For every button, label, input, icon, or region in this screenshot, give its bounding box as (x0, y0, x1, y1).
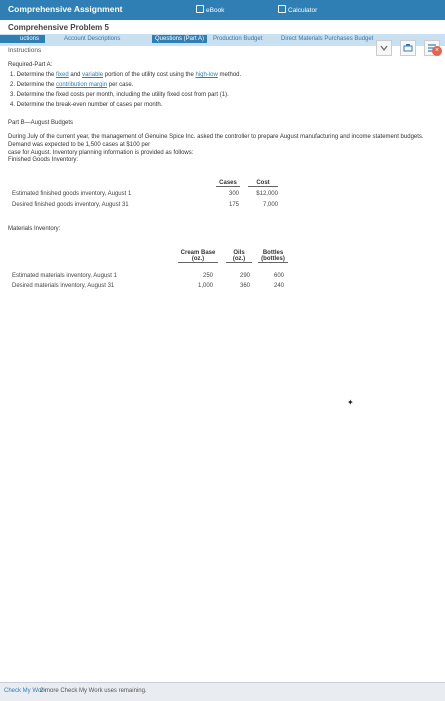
tab-production-budget[interactable]: Production Budget (213, 36, 262, 42)
bottles-value: 240 (273, 283, 284, 289)
book-icon (196, 5, 204, 13)
cases-header: Cases (216, 180, 240, 187)
oils-value: 290 (239, 273, 250, 279)
requirement-1: 1. Determine the fixed and variable port… (10, 72, 242, 78)
tab-questions-part-a[interactable]: Questions (Part A) (152, 35, 208, 43)
calculator-button[interactable]: Calculator (278, 5, 317, 14)
oils-header: Oils (oz.) (226, 250, 252, 263)
cream-base-header: Cream Base (oz.) (178, 250, 218, 263)
materials-label: Materials Inventory: (8, 226, 61, 232)
assignment-title: Comprehensive Assignment (8, 4, 123, 14)
print-icon[interactable] (400, 40, 416, 56)
requirement-2: 2. Determine the contribution margin per… (10, 82, 134, 88)
part-b-paragraph: During July of the current year, the man… (8, 134, 424, 156)
chevron-down-icon[interactable] (376, 40, 392, 56)
bottles-header: Bottles (bottles) (258, 250, 288, 263)
fg-row-label: Desired finished goods inventory, August… (12, 202, 129, 208)
tab-instructions[interactable]: uctions (0, 35, 46, 43)
instructions-label: Instructions (8, 47, 42, 54)
problem-title: Comprehensive Problem 5 (8, 23, 109, 32)
calculator-icon (278, 5, 286, 13)
fg-cost-value: 7,000 (262, 202, 278, 208)
cream-base-value: 250 (202, 273, 213, 279)
fg-cases-value: 175 (228, 202, 239, 208)
close-icon[interactable]: × (432, 46, 442, 56)
tab-direct-materials-purchases-budget[interactable]: Direct Materials Purchases Budget (281, 36, 373, 42)
bottom-bar: Check My Work 2 more Check My Work uses … (0, 682, 445, 701)
ebook-button[interactable]: eBook (196, 5, 224, 14)
remaining-uses-text: 2 more Check My Work uses remaining. (40, 688, 147, 694)
fg-cost-value: $12,000 (256, 191, 278, 197)
finished-goods-label: Finished Goods Inventory: (8, 157, 79, 163)
cost-header: Cost (248, 180, 278, 187)
high-low-link[interactable]: high-low (195, 72, 217, 78)
fixed-link[interactable]: fixed (56, 72, 69, 78)
contribution-margin-link[interactable]: contribution margin (56, 82, 107, 88)
top-bar: Comprehensive Assignment eBook Calculato… (0, 0, 445, 20)
fg-row-label: Estimated finished goods inventory, Augu… (12, 191, 132, 197)
mat-row-label: Desired materials inventory, August 31 (12, 283, 115, 289)
part-a-heading: Required-Part A: (8, 62, 53, 68)
variable-link[interactable]: variable (82, 72, 103, 78)
requirement-3: 3. Determine the fixed costs per month, … (10, 92, 229, 98)
cream-base-value: 1,000 (197, 283, 213, 289)
oils-value: 360 (239, 283, 250, 289)
tab-account-descriptions[interactable]: Account Descriptions (64, 36, 120, 42)
part-b-heading: Part B—August Budgets (8, 120, 74, 126)
mouse-cursor-icon: ✦ (347, 398, 354, 407)
fg-cases-value: 300 (228, 191, 239, 197)
mat-row-label: Estimated materials inventory, August 1 (12, 273, 117, 279)
bottles-value: 600 (273, 273, 284, 279)
requirement-4: 4. Determine the break-even number of ca… (10, 102, 163, 108)
